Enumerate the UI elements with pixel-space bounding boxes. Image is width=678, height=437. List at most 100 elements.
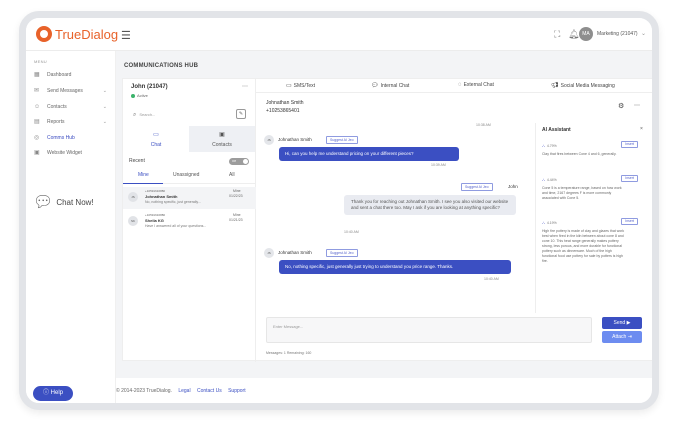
brand-logo[interactable]: TrueDialog bbox=[36, 26, 118, 42]
ai-suggestion: ⛬ 4.79% Insert Clay that fires between Co… bbox=[542, 141, 642, 157]
chat-icon: ▭ bbox=[153, 132, 159, 138]
filter-unassigned[interactable]: Unassigned bbox=[173, 172, 199, 178]
main-content: COMMUNICATIONS HUB John (21047) Active ⋯… bbox=[116, 51, 652, 378]
timestamp: 10:40 AM bbox=[484, 277, 499, 281]
message-placeholder: Enter Message... bbox=[273, 324, 304, 329]
more-options-icon[interactable]: ⋯ bbox=[634, 102, 640, 109]
copyright: © 2014-2023 TrueDialog. bbox=[116, 388, 172, 394]
timestamp: 10:40 AM bbox=[344, 230, 359, 234]
widget-icon: ▣ bbox=[34, 150, 40, 156]
sidebar-item-send-messages[interactable]: ✉ Send Messages ⌄ bbox=[26, 85, 116, 98]
conversation-contact-name: Johnathan Smith bbox=[266, 100, 304, 106]
suggestion-text: Cone 5 is a temperature range, based on … bbox=[542, 186, 622, 200]
message-input[interactable]: Enter Message... bbox=[266, 317, 592, 343]
support-link[interactable]: Support bbox=[228, 388, 246, 394]
send-button[interactable]: Send ▶ bbox=[602, 317, 642, 329]
tab-sms-text[interactable]: ▭ SMS/Text bbox=[286, 82, 315, 89]
hierarchy-icon: ⛬ bbox=[542, 220, 545, 225]
search-placeholder: Search... bbox=[139, 112, 156, 117]
conversation-date: 01/21/23 bbox=[229, 218, 243, 222]
avatar: JS bbox=[264, 135, 274, 145]
timestamp: 10:38 AM bbox=[476, 123, 491, 127]
internal-chat-icon: 💬︎ bbox=[371, 83, 379, 89]
sidebar-item-label: Reports bbox=[47, 119, 65, 125]
current-user-name: John (21047) bbox=[131, 84, 168, 90]
tab-label: Contacts bbox=[212, 142, 232, 148]
tab-contacts[interactable]: ▣ Contacts bbox=[189, 126, 255, 152]
suggest-ai-button[interactable]: Suggest AI Jeo bbox=[326, 249, 358, 257]
suggestion-text: Clay that fires between Cone 4 and 6, ge… bbox=[542, 152, 617, 156]
hamburger-menu-icon[interactable]: ☰ bbox=[121, 29, 131, 42]
reports-icon: ▤ bbox=[34, 119, 40, 125]
top-bar: TrueDialog ☰ ⛶ 🔔︎ MA Marketing (21047) ⌄ bbox=[26, 18, 652, 51]
sidebar-item-contacts[interactable]: ☺ Contacts ⌄ bbox=[26, 101, 116, 114]
list-item[interactable]: JS +10591616880 Johnathan Smith No, noth… bbox=[123, 187, 256, 209]
message-sender: Johnathan Smith bbox=[278, 250, 312, 255]
hierarchy-icon: ⛬ bbox=[542, 177, 545, 182]
search-icon: ⌕ bbox=[133, 112, 137, 118]
message-sender: Johnathan Smith bbox=[278, 137, 312, 142]
avatar[interactable]: MA bbox=[579, 27, 593, 41]
logo-icon bbox=[36, 26, 52, 42]
conversation-phone: +10591616880 bbox=[145, 189, 166, 193]
message-thread: 10:38 AM JS Johnathan Smith Suggest AI J… bbox=[256, 123, 522, 313]
search-input[interactable]: ⌕ Search... bbox=[133, 112, 155, 119]
timestamp: 10:39 AM bbox=[431, 163, 446, 167]
conversation-snippet: Have I answered all of your questions... bbox=[145, 224, 207, 228]
conversation-header: Johnathan Smith +10253865401 bbox=[266, 100, 304, 114]
expand-icon[interactable]: ⛶ bbox=[554, 29, 560, 40]
compose-icon: ✎ bbox=[238, 111, 244, 117]
attach-button[interactable]: Attach ⇥ bbox=[602, 331, 642, 343]
recent-toggle[interactable]: Off bbox=[229, 158, 249, 165]
brand-name: TrueDialog bbox=[55, 26, 119, 42]
new-message-button[interactable]: ✎ bbox=[236, 109, 246, 119]
channel-tabs: ▭ SMS/Text 💬︎ Internal Chat ◌ External Chat… bbox=[256, 79, 652, 93]
tab-social-media-messaging[interactable]: 📢︎ Social Media Messaging bbox=[551, 82, 615, 89]
sidebar-item-label: Dashboard bbox=[47, 72, 72, 78]
incoming-message: Hi, can you help me understand pricing o… bbox=[279, 147, 459, 161]
chevron-down-icon[interactable]: ⌄ bbox=[641, 30, 646, 37]
filter-mine[interactable]: Mine bbox=[138, 172, 149, 178]
question-icon: ⓘ bbox=[42, 390, 49, 396]
tab-label: Chat bbox=[150, 142, 162, 148]
account-name[interactable]: Marketing (21047) bbox=[597, 31, 638, 37]
tab-label: Social Media Messaging bbox=[560, 83, 615, 89]
tab-external-chat[interactable]: ◌ External Chat bbox=[458, 82, 494, 88]
close-icon[interactable]: × bbox=[640, 126, 643, 132]
insert-button[interactable]: Insert bbox=[621, 175, 638, 182]
list-item[interactable]: SK +10591616880 Sheila KG Have I answere… bbox=[123, 211, 256, 233]
ai-suggestion: ⛬ 4.19% Insert High fire pottery is made … bbox=[542, 218, 642, 264]
sidebar-item-comms-hub[interactable]: ◎ Comms Hub bbox=[26, 132, 116, 145]
help-button[interactable]: ⓘ Help bbox=[33, 386, 73, 401]
tab-chat[interactable]: ▭ Chat bbox=[123, 126, 189, 152]
legal-link[interactable]: Legal bbox=[178, 388, 190, 394]
megaphone-icon: 📢︎ bbox=[551, 83, 559, 89]
sidebar-item-label: Website Widget bbox=[47, 150, 82, 156]
more-options-icon[interactable]: ⋯ bbox=[242, 83, 248, 90]
suggest-ai-button[interactable]: Suggest AI Jeo bbox=[326, 136, 358, 144]
message-counter: Messages: 1 Remaining: 160 bbox=[266, 351, 312, 355]
help-label: Help bbox=[50, 390, 64, 396]
chevron-down-icon: ⌄ bbox=[102, 104, 107, 110]
sidebar-item-reports[interactable]: ▤ Reports ⌄ bbox=[26, 116, 116, 129]
sidebar-item-label: Send Messages bbox=[47, 88, 83, 94]
tab-label: Internal Chat bbox=[380, 83, 410, 89]
sidebar-item-website-widget[interactable]: ▣ Website Widget bbox=[26, 147, 116, 160]
comms-hub-panel: John (21047) Active ⋯ ⌕ Search... ✎ ▭ Cha… bbox=[122, 78, 652, 362]
insert-button[interactable]: Insert bbox=[621, 218, 638, 225]
avatar: JS bbox=[264, 248, 274, 258]
contact-us-link[interactable]: Contact Us bbox=[197, 388, 222, 394]
bell-icon[interactable]: 🔔︎ bbox=[568, 29, 579, 40]
score-value: 4.79% bbox=[546, 144, 557, 148]
tab-internal-chat[interactable]: 💬︎ Internal Chat bbox=[371, 82, 409, 89]
conversation-owner: Mine bbox=[233, 189, 241, 193]
sidebar-item-dashboard[interactable]: ▦ Dashboard bbox=[26, 69, 116, 82]
insert-button[interactable]: Insert bbox=[621, 141, 638, 148]
suggest-ai-button[interactable]: Suggest AI Jeo bbox=[461, 183, 493, 191]
message-sender: John bbox=[508, 184, 518, 189]
gear-icon[interactable]: ⚙ bbox=[618, 102, 624, 110]
dashboard-icon: ▦ bbox=[34, 72, 40, 78]
chat-now-widget[interactable]: 💬︎ Chat Now! bbox=[33, 192, 94, 212]
menu-caption: MENU bbox=[34, 59, 47, 64]
filter-all[interactable]: All bbox=[229, 172, 235, 178]
